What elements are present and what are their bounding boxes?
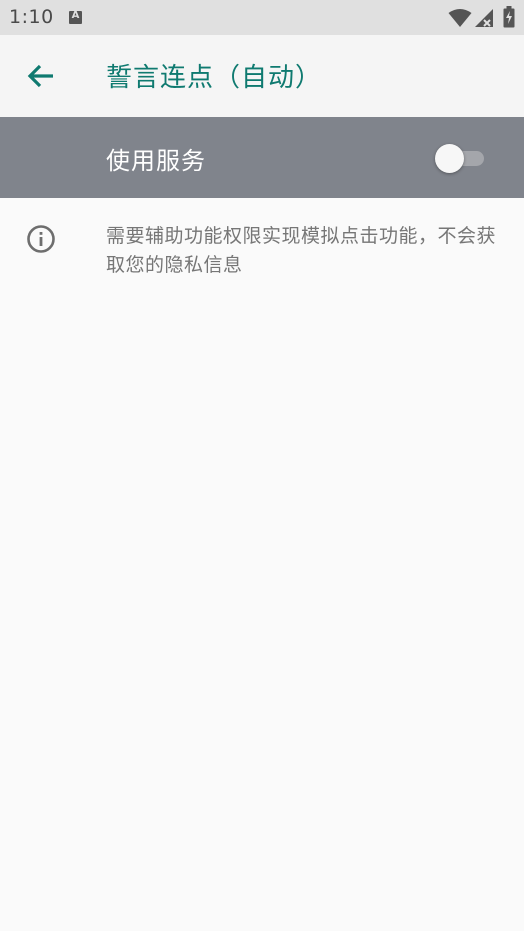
use-service-label: 使用服务 — [106, 147, 206, 175]
switch-thumb — [435, 144, 464, 173]
status-time: 1:10 — [9, 6, 54, 28]
use-service-switch[interactable] — [434, 143, 488, 173]
app-bar: 誓言连点（自动） — [0, 35, 524, 117]
page-title: 誓言连点（自动） — [106, 63, 323, 93]
status-bar: 1:10 A — [0, 0, 524, 35]
info-description: 需要辅助功能权限实现模拟点击功能，不会获取您的隐私信息 — [106, 225, 497, 276]
screen: 1:10 A 誓言连点（自动） 使用服务 需要辅助功能权限实现模拟点击功能，不会… — [0, 0, 524, 931]
a-icon: A — [69, 10, 82, 24]
battery-icon — [503, 6, 515, 28]
use-service-row[interactable]: 使用服务 — [0, 117, 524, 198]
arrow-left-icon — [27, 64, 53, 88]
info-icon — [27, 225, 55, 253]
signal-icon — [475, 9, 493, 27]
back-button[interactable] — [20, 55, 62, 97]
wifi-icon — [448, 9, 472, 27]
